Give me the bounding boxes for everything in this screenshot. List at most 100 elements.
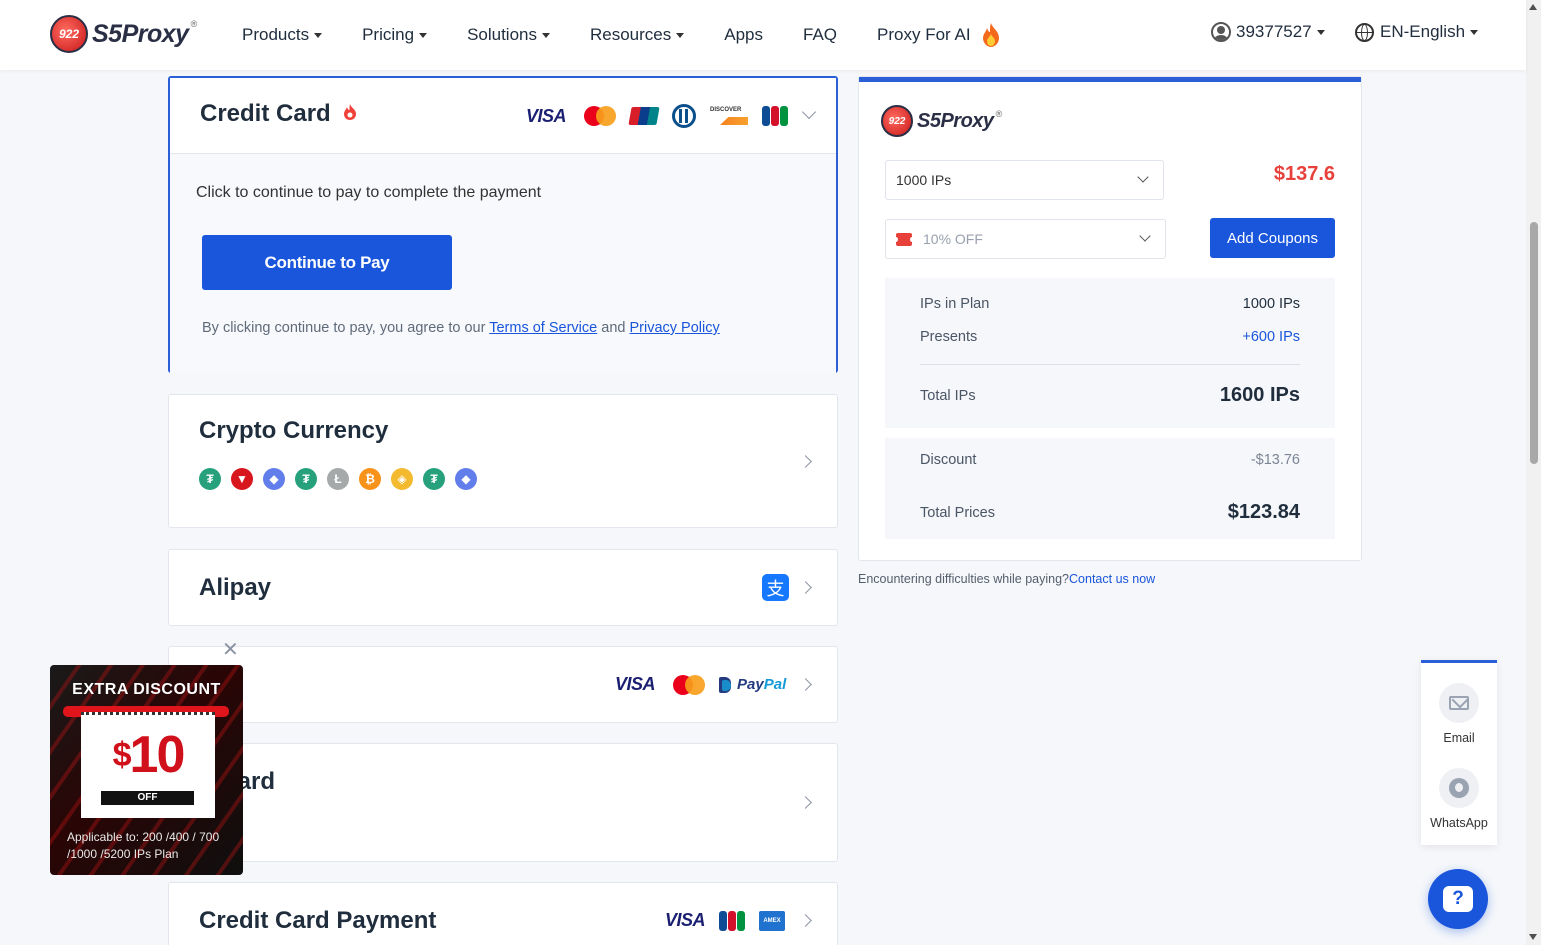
chevron-right-icon[interactable] xyxy=(799,678,812,691)
whatsapp-icon-circle xyxy=(1439,768,1479,808)
total-prices-row: Total Prices $123.84 xyxy=(920,501,1300,524)
bnb-icon: ◈ xyxy=(391,468,413,490)
jcb-logo-icon xyxy=(719,910,746,931)
payment-method-crypto[interactable]: Crypto Currency ₮ ▼ ◆ ₮ Ł ₿ ◈ ₮ ◆ xyxy=(168,394,838,528)
presents-value: +600 IPs xyxy=(1242,329,1300,345)
nav-proxy-for-ai-label: Proxy For AI xyxy=(877,25,971,44)
email-contact[interactable]: Email xyxy=(1421,683,1497,745)
credit-card-description: Click to continue to pay to complete the… xyxy=(196,184,542,201)
whatsapp-contact[interactable]: WhatsApp xyxy=(1421,768,1497,830)
discover-logo-text: DISCOVER xyxy=(710,107,742,113)
add-coupons-button[interactable]: Add Coupons xyxy=(1210,218,1335,258)
top-nav-bar: 922 S5Proxy ® Products Pricing Solutions… xyxy=(0,0,1526,70)
logo-badge: 922 xyxy=(881,105,913,137)
help-question: Encountering difficulties while paying? xyxy=(858,572,1070,586)
popup-close-icon[interactable]: ✕ xyxy=(222,637,239,661)
caret-down-icon xyxy=(542,32,550,38)
payment-method-alipay[interactable]: Alipay 支 xyxy=(168,549,838,626)
coupon-icon xyxy=(894,232,914,246)
payment-method-paypal[interactable]: pal VISA PayPal xyxy=(168,646,838,723)
popup-applicable-text: Applicable to: 200 /400 / 700 /1000 /520… xyxy=(67,830,220,861)
privacy-policy-link[interactable]: Privacy Policy xyxy=(629,320,719,336)
scroll-down-arrow-icon[interactable] xyxy=(1529,934,1537,940)
language-label: EN-English xyxy=(1380,22,1466,41)
user-icon xyxy=(1211,22,1231,42)
help-question-icon: ? xyxy=(1443,886,1473,912)
nav-faq[interactable]: FAQ xyxy=(803,25,837,45)
nav-resources[interactable]: Resources xyxy=(590,25,685,45)
caret-down-icon xyxy=(1316,29,1325,35)
nav-pricing[interactable]: Pricing xyxy=(362,25,428,45)
payment-method-debit-card[interactable]: it Card t xyxy=(168,743,838,862)
popup-title: EXTRA DISCOUNT xyxy=(72,681,221,698)
paypal-logo-icon: Pay Pal xyxy=(719,676,786,693)
plan-details-box: IPs in Plan 1000 IPs Presents +600 IPs T… xyxy=(885,278,1335,428)
chevron-down-icon[interactable] xyxy=(801,104,817,120)
account-menu[interactable]: 39377527 xyxy=(1211,22,1325,42)
presents-label: Presents xyxy=(920,329,978,345)
chevron-right-icon[interactable] xyxy=(799,455,812,468)
payment-method-credit-card-payment[interactable]: Credit Card Payment VISA AMEX xyxy=(168,882,838,945)
main-nav: Products Pricing Solutions Resources App… xyxy=(242,0,1041,70)
fire-icon xyxy=(982,23,999,47)
chevron-down-icon xyxy=(1137,171,1149,183)
discount-amount: $10 xyxy=(81,729,215,781)
chevron-down-icon xyxy=(1139,230,1151,242)
usdt-icon: ₮ xyxy=(295,468,317,490)
summary-divider xyxy=(920,364,1300,365)
logo-text: S5Proxy xyxy=(917,109,994,132)
page-scrollbar[interactable] xyxy=(1526,0,1541,945)
logo-registered-mark: ® xyxy=(995,109,1003,119)
discount-row: Discount -$13.76 xyxy=(920,452,1300,468)
credit-card-logos: VISA DISCOVER xyxy=(526,104,789,128)
nav-solutions[interactable]: Solutions xyxy=(467,25,550,45)
caret-down-icon xyxy=(1470,29,1479,35)
price-details-box: Discount -$13.76 Total Prices $123.84 xyxy=(885,438,1335,539)
nav-proxy-for-ai[interactable]: Proxy For AI xyxy=(877,22,1001,48)
summary-accent-bar xyxy=(859,77,1361,82)
chevron-right-icon[interactable] xyxy=(799,581,812,594)
nav-apps-label: Apps xyxy=(724,25,764,44)
mastercard-logo-icon xyxy=(584,106,617,126)
discover-logo-icon: DISCOVER xyxy=(710,105,748,127)
discount-off-label: OFF xyxy=(101,791,194,805)
plan-select-value: 1000 IPs xyxy=(896,172,952,188)
extra-discount-popup[interactable]: EXTRA DISCOUNT $10 OFF Applicable to: 20… xyxy=(50,665,243,875)
caret-down-icon xyxy=(419,32,428,38)
ips-in-plan-value: 1000 IPs xyxy=(1242,296,1300,312)
caret-down-icon xyxy=(314,32,323,38)
language-selector[interactable]: EN-English xyxy=(1355,22,1479,42)
discount-label: Discount xyxy=(920,452,977,468)
total-ips-row: Total IPs 1600 IPs xyxy=(920,384,1300,407)
discount-currency: $ xyxy=(112,736,132,774)
continue-to-pay-button[interactable]: Continue to Pay xyxy=(202,235,452,290)
account-id: 39377527 xyxy=(1236,22,1312,41)
logo-registered-mark: ® xyxy=(190,19,198,29)
diners-club-logo-icon xyxy=(672,104,697,128)
credit-card-body: Click to continue to pay to complete the… xyxy=(170,154,836,373)
nav-apps[interactable]: Apps xyxy=(724,25,763,45)
site-logo[interactable]: 922 S5Proxy ® xyxy=(50,15,197,53)
mastercard-logo-icon xyxy=(673,674,706,695)
visa-logo-icon: VISA xyxy=(665,910,706,930)
credit-card-header[interactable]: Credit Card VISA DISCOVER xyxy=(170,78,836,154)
scrollbar-thumb[interactable] xyxy=(1530,222,1538,464)
scroll-up-arrow-icon[interactable] xyxy=(1529,4,1537,10)
help-chat-button[interactable]: ? xyxy=(1428,869,1488,929)
terms-of-service-link[interactable]: Terms of Service xyxy=(489,320,597,336)
bitcoin-icon: ₿ xyxy=(359,468,381,490)
credit-card-payment-title: Credit Card Payment xyxy=(199,907,437,934)
chevron-right-icon[interactable] xyxy=(799,796,812,809)
payment-method-credit-card[interactable]: Credit Card VISA DISCOVER Click to conti… xyxy=(168,76,838,373)
nav-solutions-label: Solutions xyxy=(467,25,537,44)
coupon-select-value: 10% OFF xyxy=(923,231,983,247)
plan-select[interactable]: 1000 IPs xyxy=(885,160,1164,200)
nav-products[interactable]: Products xyxy=(242,25,323,45)
credit-card-payment-logos: VISA AMEX xyxy=(665,910,786,931)
ips-in-plan-label: IPs in Plan xyxy=(920,296,990,312)
logo-badge: 922 xyxy=(50,15,88,53)
total-prices-label: Total Prices xyxy=(920,504,995,521)
chevron-right-icon[interactable] xyxy=(799,914,812,927)
contact-us-link[interactable]: Contact us now xyxy=(1069,572,1155,586)
coupon-select[interactable]: 10% OFF xyxy=(885,219,1166,259)
